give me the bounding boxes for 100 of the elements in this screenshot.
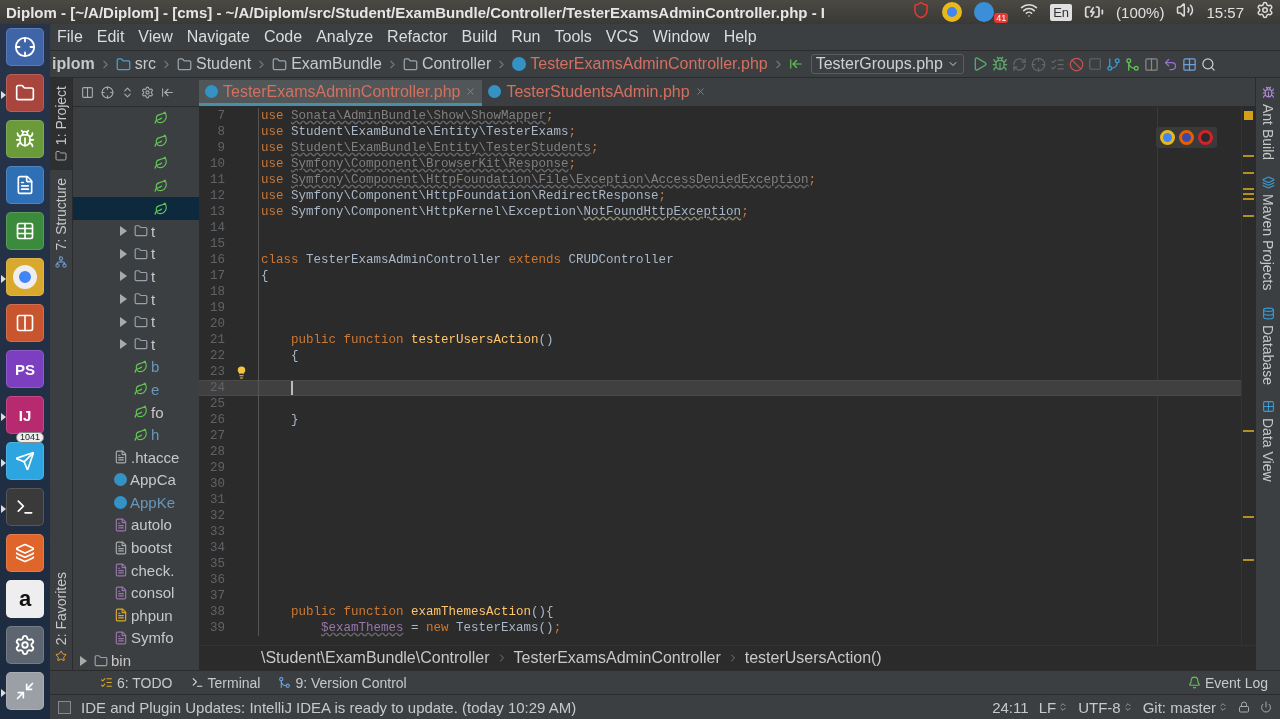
search-icon[interactable] xyxy=(1200,56,1216,72)
expand-arrow-icon[interactable] xyxy=(118,271,128,282)
tree-item-label[interactable]: bin xyxy=(111,652,132,670)
tool-window-tab[interactable]: 7: Structure xyxy=(50,170,72,276)
tree-item-label[interactable]: .htacce xyxy=(131,448,180,466)
compare-icon[interactable] xyxy=(1143,56,1159,72)
breadcrumb-item[interactable]: Student xyxy=(196,55,252,73)
tool-window-button[interactable]: 9: Version Control xyxy=(278,674,407,691)
line-separator-selector[interactable]: LF xyxy=(1038,698,1069,716)
browser-icon[interactable] xyxy=(942,2,963,22)
collapse-all-icon[interactable] xyxy=(121,85,134,99)
tree-item-label[interactable]: AppKe xyxy=(130,493,176,511)
menu-item[interactable]: Tools xyxy=(554,28,592,46)
revert-icon[interactable] xyxy=(1162,56,1178,72)
menu-item[interactable]: Code xyxy=(263,28,303,46)
tree-item-label[interactable]: fo xyxy=(151,403,164,421)
tree-item-label[interactable]: check. xyxy=(131,561,175,579)
warning-stripe-mark[interactable] xyxy=(1243,515,1254,518)
menu-item[interactable]: VCS xyxy=(605,28,639,46)
tree-item-label[interactable]: autolo xyxy=(131,516,172,534)
warning-stripe-mark[interactable] xyxy=(1243,429,1254,432)
app-launcher-icon[interactable] xyxy=(6,534,44,572)
tool-window-tab[interactable]: 2: Favorites xyxy=(50,563,72,670)
tool-window-tab[interactable]: 1: Project xyxy=(50,78,72,171)
tree-item-label[interactable]: h xyxy=(151,426,160,444)
keyboard-layout-indicator[interactable]: En xyxy=(1050,3,1073,21)
app-launcher-icon[interactable] xyxy=(6,74,44,112)
app-launcher-icon[interactable] xyxy=(6,212,44,250)
warning-stripe-mark[interactable] xyxy=(1243,198,1254,201)
menu-item[interactable]: Build xyxy=(461,28,498,46)
app-launcher-icon[interactable] xyxy=(6,442,44,480)
run-configuration-dropdown[interactable]: TesterGroups.php xyxy=(810,54,964,74)
tree-item-label[interactable]: t xyxy=(151,245,156,263)
menu-item[interactable]: Edit xyxy=(96,28,125,46)
tree-item-label[interactable]: AppCa xyxy=(130,471,176,489)
browser-icon[interactable] xyxy=(1179,130,1194,145)
warning-stripe-mark[interactable] xyxy=(1243,187,1254,190)
locate-icon[interactable] xyxy=(101,85,114,99)
menu-item[interactable]: Analyze xyxy=(316,28,374,46)
breadcrumb-item[interactable]: src xyxy=(134,55,156,73)
close-icon[interactable] xyxy=(694,86,706,97)
power-save-icon[interactable] xyxy=(1260,701,1272,713)
tree-item-label[interactable]: t xyxy=(151,290,156,308)
breadcrumb-item[interactable]: TesterExamsAdminController xyxy=(513,649,721,667)
tool-window-button[interactable]: 6: TODO xyxy=(100,674,173,691)
expand-arrow-icon[interactable] xyxy=(118,294,128,305)
menu-item[interactable]: Refactor xyxy=(387,28,448,46)
git-branch-selector[interactable]: Git: master xyxy=(1142,698,1228,716)
volume-icon[interactable] xyxy=(1176,1,1195,19)
tree-item-label[interactable]: b xyxy=(151,358,160,376)
breadcrumb-item[interactable]: Controller xyxy=(421,55,492,73)
status-checkbox-icon[interactable] xyxy=(58,700,71,714)
tree-item-label[interactable]: phpun xyxy=(131,606,173,624)
breadcrumb-item[interactable]: \Student\ExamBundle\Controller xyxy=(261,649,490,667)
warning-stripe-mark[interactable] xyxy=(1243,155,1254,158)
caret-position[interactable]: 24:11 xyxy=(992,698,1029,716)
hide-panel-icon[interactable] xyxy=(161,85,174,99)
lock-icon[interactable] xyxy=(1238,701,1250,713)
tree-item-label[interactable]: t xyxy=(151,267,156,285)
tree-item-label[interactable]: t xyxy=(151,313,156,331)
app-launcher-icon[interactable] xyxy=(6,120,44,158)
app-indicator-icon[interactable] xyxy=(974,2,995,22)
app-launcher-icon[interactable] xyxy=(6,166,44,204)
tree-item-label[interactable]: consol xyxy=(131,584,175,602)
menu-item[interactable]: View xyxy=(138,28,173,46)
tool-window-tab[interactable]: Maven Projects xyxy=(1256,168,1280,299)
expand-arrow-icon[interactable] xyxy=(118,248,128,259)
breadcrumb-item[interactable]: testerUsersAction() xyxy=(744,649,882,667)
app-launcher-icon[interactable]: PS xyxy=(6,350,44,388)
tree-item-label[interactable]: t xyxy=(151,335,156,353)
tree-item-label[interactable]: e xyxy=(151,380,160,398)
expand-arrow-icon[interactable] xyxy=(78,655,88,666)
menu-item[interactable]: Window xyxy=(652,28,710,46)
warning-stripe-mark[interactable] xyxy=(1243,193,1254,196)
tree-item-label[interactable]: bootst xyxy=(131,539,172,557)
tool-window-tab[interactable]: Database xyxy=(1256,298,1280,393)
debug-icon[interactable] xyxy=(991,56,1008,72)
menu-item[interactable]: Run xyxy=(511,28,541,46)
app-launcher-icon[interactable] xyxy=(6,258,44,296)
settings-icon[interactable] xyxy=(141,85,154,99)
tool-window-tab[interactable]: Ant Build xyxy=(1256,78,1280,169)
breadcrumb-item[interactable]: iplom xyxy=(52,55,95,73)
menu-item[interactable]: Help xyxy=(723,28,757,46)
app-launcher-icon[interactable] xyxy=(6,488,44,526)
clock[interactable]: 15:57 xyxy=(1206,3,1244,21)
menu-item[interactable]: File xyxy=(57,28,83,46)
menu-item[interactable]: Navigate xyxy=(186,28,250,46)
expand-arrow-icon[interactable] xyxy=(118,316,128,327)
expand-arrow-icon[interactable] xyxy=(118,226,128,237)
wifi-icon[interactable] xyxy=(1020,1,1039,19)
lightbulb-icon[interactable] xyxy=(235,365,248,379)
browser-icon[interactable] xyxy=(1160,130,1175,145)
warning-stripe-mark[interactable] xyxy=(1243,558,1254,561)
tree-item-label[interactable]: Symfo xyxy=(131,629,174,647)
tool-window-tab[interactable]: Data View xyxy=(1256,392,1280,491)
app-launcher-icon[interactable]: IJ xyxy=(6,396,44,434)
app-launcher-icon[interactable] xyxy=(6,304,44,342)
browser-icon[interactable] xyxy=(1198,130,1213,145)
event-log-button[interactable]: Event Log xyxy=(1187,674,1268,691)
app-launcher-icon[interactable] xyxy=(6,672,44,710)
